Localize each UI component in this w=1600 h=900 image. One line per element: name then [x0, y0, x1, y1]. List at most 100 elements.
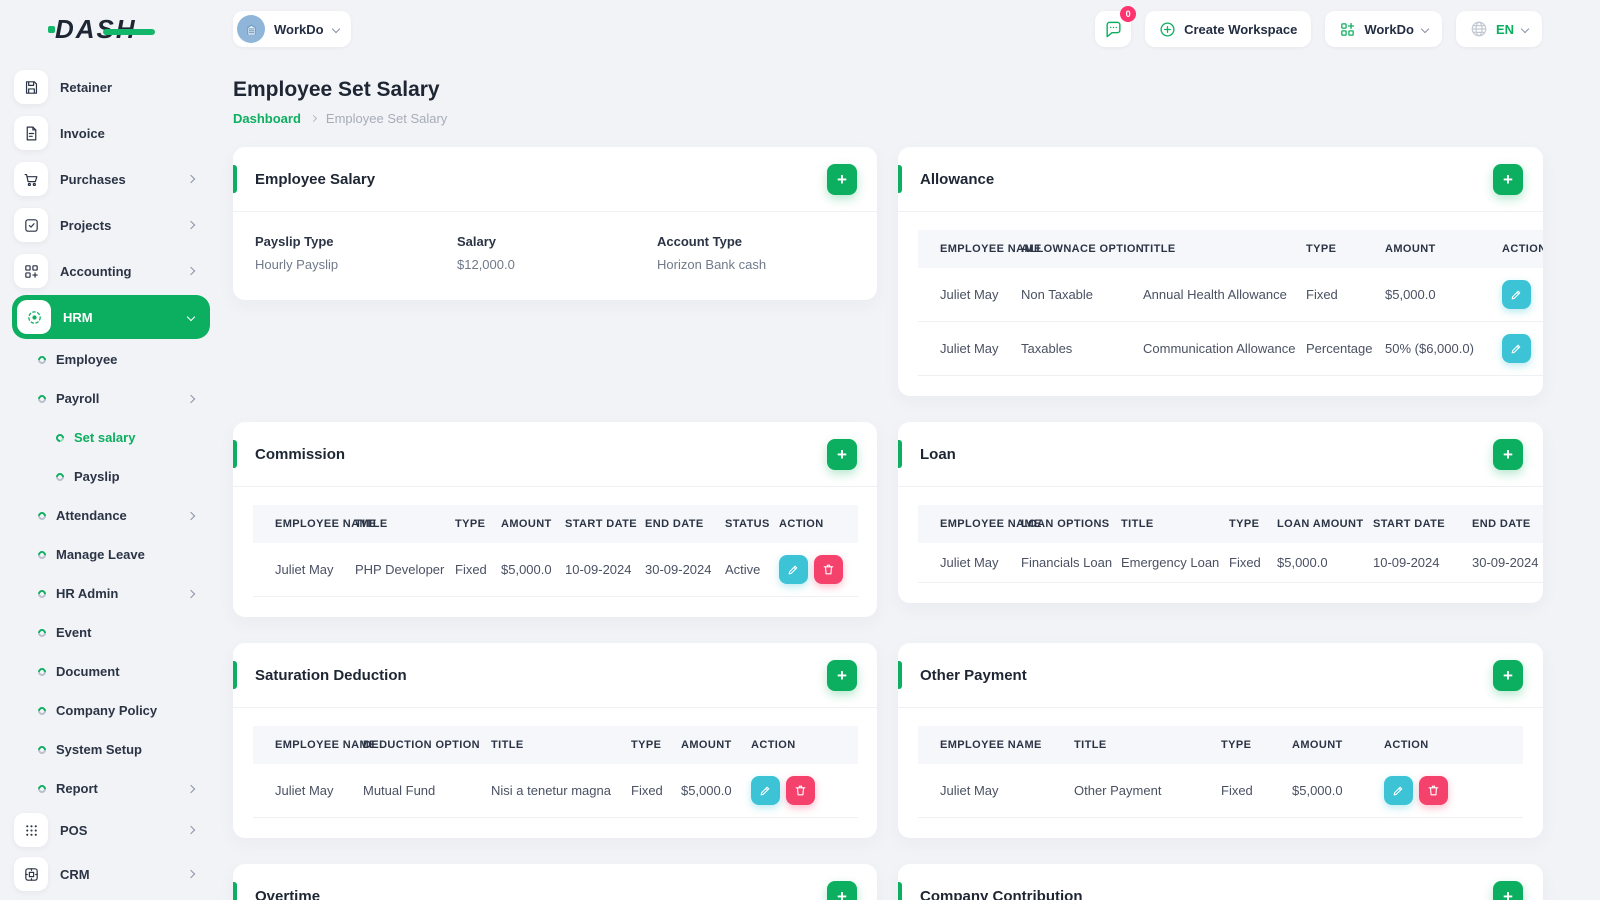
chevron-right-icon: [186, 220, 196, 230]
app-root: DASH WorkDo 0 Create Workspace WorkDo EN…: [0, 0, 1600, 900]
messages-button[interactable]: 0: [1095, 6, 1137, 47]
bullet-icon: [36, 743, 48, 756]
loan-table: EMPLOYEE NAME LOAN OPTIONS TITLE TYPE LO…: [918, 505, 1543, 583]
add-other-payment-button[interactable]: +: [1493, 660, 1523, 691]
bullet-icon: [36, 353, 48, 366]
sidebar-subitem-set-salary[interactable]: Set salary: [12, 418, 210, 457]
add-saturation-deduction-button[interactable]: +: [827, 660, 857, 691]
sidebar-subitem-event[interactable]: Event: [12, 613, 210, 652]
sidebar-subitem-company-policy[interactable]: Company Policy: [12, 691, 210, 730]
main-content: Employee Set Salary Dashboard Employee S…: [233, 58, 1600, 900]
pencil-icon: [1511, 344, 1521, 354]
commission-table: EMPLOYEE NAME TITLE TYPE AMOUNT START DA…: [253, 505, 858, 597]
sidebar-subitem-document[interactable]: Document: [12, 652, 210, 691]
card-accent-bar: [233, 165, 237, 193]
language-selector[interactable]: EN: [1455, 11, 1542, 47]
column-header: END DATE: [645, 505, 725, 543]
dash-logo[interactable]: DASH: [48, 14, 155, 45]
delete-button[interactable]: [814, 555, 843, 584]
check-square-icon: [24, 218, 38, 232]
cell: Mutual Fund: [363, 764, 491, 818]
company-contribution-card: Company Contribution +: [898, 864, 1543, 900]
edit-button[interactable]: [1502, 334, 1531, 363]
chevron-right-icon: [186, 266, 196, 276]
column-header: ALLOWNACE OPTION: [1021, 230, 1144, 268]
column-header: TYPE: [1306, 230, 1385, 268]
sidebar-item-label: Projects: [60, 217, 112, 233]
column-header: TYPE: [455, 505, 501, 543]
sidebar-item-label: CRM: [60, 866, 90, 882]
chevron-right-icon: [186, 394, 196, 403]
create-workspace-button[interactable]: Create Workspace: [1145, 11, 1312, 47]
card-accent-bar: [233, 440, 237, 468]
sidebar-item-retainer[interactable]: Retainer: [12, 64, 210, 110]
sidebar-item-hrm[interactable]: HRM: [12, 295, 210, 339]
column-header: TITLE: [355, 505, 455, 543]
hrm-icon: [27, 310, 41, 324]
card-accent-bar: [898, 440, 902, 468]
cell: $5,000.0: [1277, 543, 1373, 583]
add-employee-salary-button[interactable]: +: [827, 164, 857, 195]
cell: Emergency Loan: [1121, 543, 1229, 583]
field-account-type: Account Type Horizon Bank cash: [657, 234, 767, 272]
sidebar-subitem-payroll[interactable]: Payroll: [12, 379, 210, 418]
column-header: START DATE: [565, 505, 645, 543]
sidebar-item-crm[interactable]: CRM: [12, 852, 210, 896]
card-accent-bar: [233, 661, 237, 689]
workspace-dropdown[interactable]: WorkDo: [1325, 11, 1442, 47]
workspace-selector[interactable]: WorkDo: [233, 11, 351, 47]
table-row: Juliet May Taxables Communication Allowa…: [918, 321, 1543, 376]
employee-salary-card: Employee Salary + Payslip Type Hourly Pa…: [233, 147, 877, 300]
cell: 30-09-2024: [1472, 543, 1543, 583]
sidebar-subitem-system-setup[interactable]: System Setup: [12, 730, 210, 769]
table-row: Juliet May Financials Loan Emergency Loa…: [918, 543, 1543, 583]
cell: $5,000.0: [501, 543, 565, 597]
sidebar-item-accounting[interactable]: Accounting: [12, 248, 210, 294]
column-header: TITLE: [1074, 726, 1221, 764]
column-header: TYPE: [1229, 505, 1277, 543]
cell: 50% ($6,000.0): [1385, 321, 1502, 376]
sidebar: Retainer Invoice Purchases Projects Acco…: [0, 58, 233, 900]
sidebar-subitem-payslip[interactable]: Payslip: [12, 457, 210, 496]
edit-button[interactable]: [1502, 280, 1531, 309]
bullet-icon: [36, 665, 48, 678]
sidebar-subitem-hr-admin[interactable]: HR Admin: [12, 574, 210, 613]
workspace-grid-icon: [1341, 22, 1355, 36]
sidebar-item-invoice[interactable]: Invoice: [12, 110, 210, 156]
column-header: TITLE: [1143, 230, 1306, 268]
column-header: EMPLOYEE NAME: [253, 726, 376, 764]
pencil-icon: [1393, 786, 1403, 796]
edit-button[interactable]: [1384, 776, 1413, 805]
edit-button[interactable]: [751, 776, 780, 805]
column-header: ACTION: [779, 505, 858, 543]
pencil-icon: [760, 786, 770, 796]
add-overtime-button[interactable]: +: [827, 881, 857, 900]
column-header: ACTION: [1384, 726, 1523, 764]
add-company-contribution-button[interactable]: +: [1493, 881, 1523, 900]
cell: Percentage: [1306, 321, 1385, 376]
sidebar-subitem-report[interactable]: Report: [12, 769, 210, 808]
sidebar-item-pos[interactable]: POS: [12, 808, 210, 852]
trash-icon: [1428, 785, 1439, 796]
column-header: ACTION: [1502, 230, 1543, 268]
invoice-icon: [26, 126, 36, 140]
add-allowance-button[interactable]: +: [1493, 164, 1523, 195]
add-loan-button[interactable]: +: [1493, 439, 1523, 470]
delete-button[interactable]: [786, 776, 815, 805]
card-title: Company Contribution: [920, 888, 1083, 900]
edit-button[interactable]: [779, 555, 808, 584]
sidebar-subitem-employee[interactable]: Employee: [12, 340, 210, 379]
add-commission-button[interactable]: +: [827, 439, 857, 470]
sidebar-item-projects[interactable]: Projects: [12, 202, 210, 248]
sidebar-item-purchases[interactable]: Purchases: [12, 156, 210, 202]
allowance-table: EMPLOYEE NAME ALLOWNACE OPTION TITLE TYP…: [918, 230, 1543, 376]
sidebar-subitem-attendance[interactable]: Attendance: [12, 496, 210, 535]
topbar: DASH WorkDo 0 Create Workspace WorkDo EN: [0, 0, 1600, 58]
logo-dot-accent: [48, 25, 55, 33]
cell: Fixed: [455, 543, 501, 597]
bullet-icon: [36, 782, 48, 795]
breadcrumb-dashboard-link[interactable]: Dashboard: [233, 111, 301, 126]
delete-button[interactable]: [1419, 776, 1448, 805]
sidebar-subitem-manage-leave[interactable]: Manage Leave: [12, 535, 210, 574]
column-header: AMOUNT: [1385, 230, 1502, 268]
